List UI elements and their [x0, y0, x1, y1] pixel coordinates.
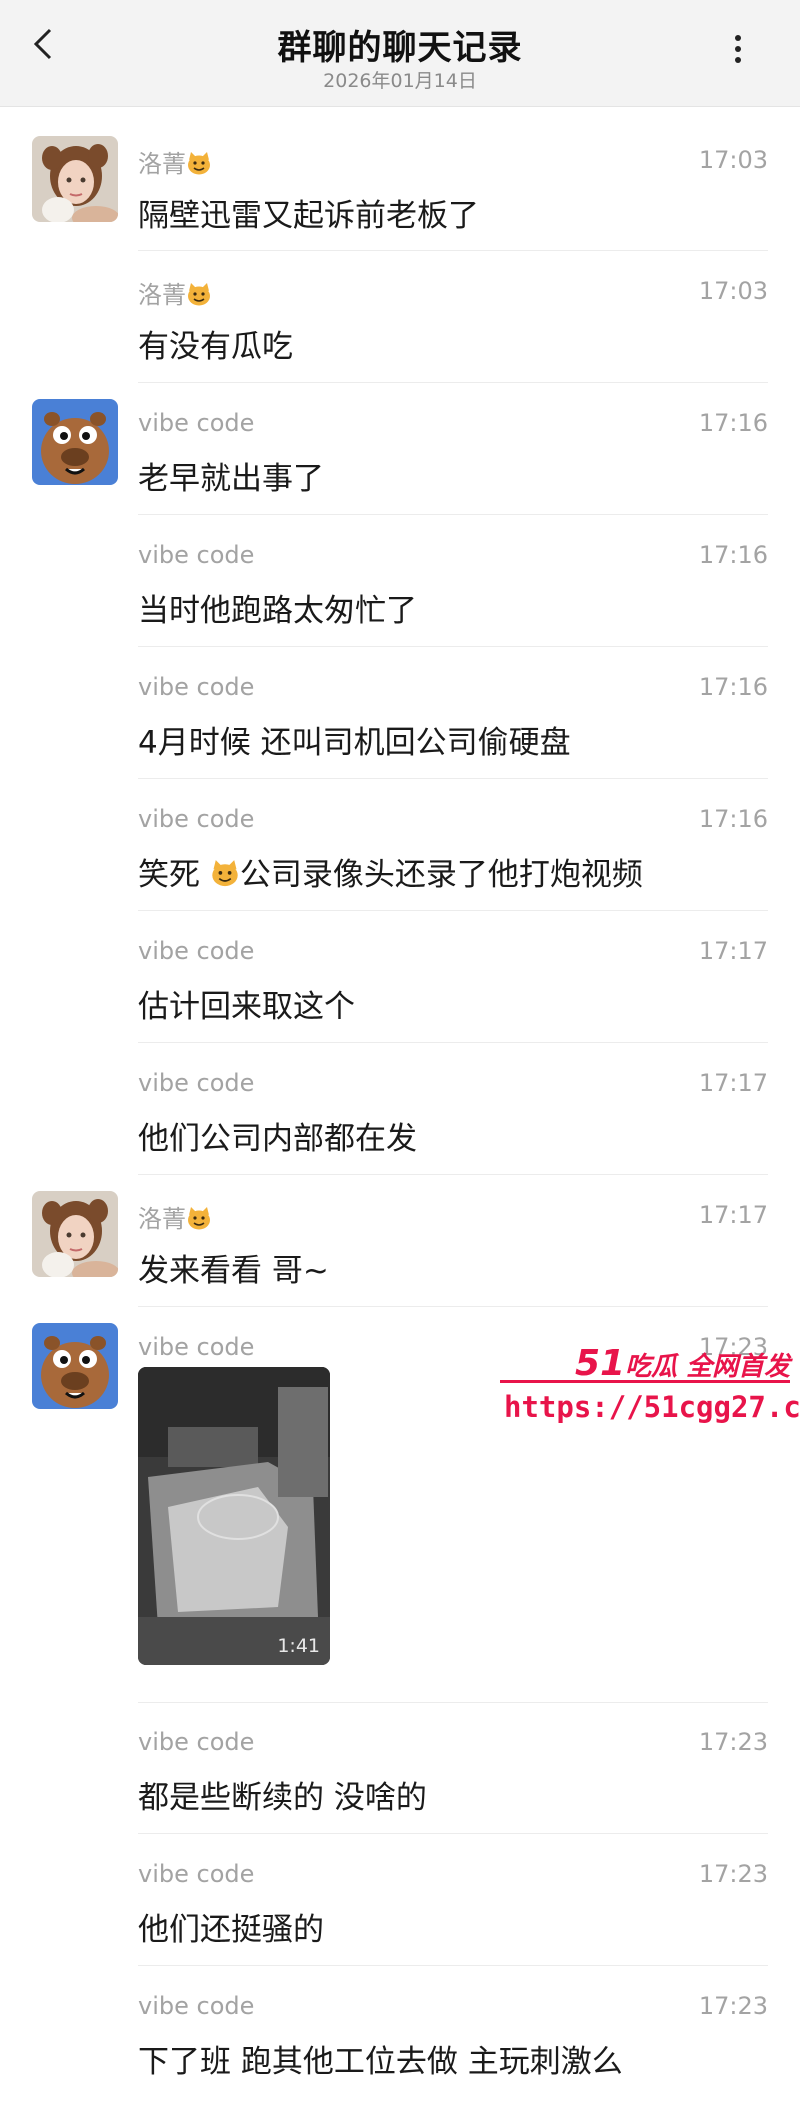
divider — [138, 778, 768, 779]
divider — [138, 1174, 768, 1175]
message-time: 17:16 — [698, 409, 768, 437]
message-text[interactable]: 都是些断续的 没啥的 — [138, 1772, 427, 1817]
cat-face-icon — [187, 152, 211, 176]
message-text[interactable]: 估计回来取这个 — [138, 981, 355, 1026]
message-text[interactable]: 笑死 公司录像头还录了他打炮视频 — [138, 849, 643, 894]
sender-name: vibe code — [138, 1728, 255, 1756]
cat-face-icon — [187, 1207, 211, 1231]
divider — [138, 382, 768, 383]
divider — [138, 646, 768, 647]
message-text[interactable]: 他们还挺骚的 — [138, 1904, 324, 1949]
message-text[interactable]: 他们公司内部都在发 — [138, 1113, 417, 1158]
sender-name: vibe code — [138, 937, 255, 965]
sender-name: vibe code — [138, 1333, 255, 1361]
sender-name: 洛菁 — [138, 275, 212, 310]
sender-name: vibe code — [138, 1860, 255, 1888]
message-time: 17:17 — [698, 1201, 768, 1229]
avatar[interactable] — [32, 1323, 118, 1409]
chat-date: 2026年01月14日 — [323, 70, 477, 92]
message-time: 17:03 — [698, 277, 768, 305]
message-time: 17:16 — [698, 673, 768, 701]
divider — [138, 910, 768, 911]
message-text[interactable]: 当时他跑路太匆忙了 — [138, 585, 417, 630]
more-vertical-icon — [735, 35, 741, 41]
message-time: 17:23 — [698, 1728, 768, 1756]
message-text[interactable]: 有没有瓜吃 — [138, 321, 293, 366]
sender-name: vibe code — [138, 409, 255, 437]
sender-name: vibe code — [138, 673, 255, 701]
message-text[interactable]: 4月时候 还叫司机回公司偷硬盘 — [138, 717, 571, 762]
video-message[interactable]: 1:41 — [138, 1367, 330, 1665]
avatar[interactable] — [32, 399, 118, 485]
message-text[interactable]: 老早就出事了 — [138, 453, 324, 498]
watermark-underline — [500, 1380, 790, 1383]
message-time: 17:17 — [698, 937, 768, 965]
message-text[interactable]: 下了班 跑其他工位去做 主玩刺激么 — [138, 2036, 623, 2081]
message-text[interactable]: 隔壁迅雷又起诉前老板了 — [138, 190, 479, 235]
sender-name: vibe code — [138, 1992, 255, 2020]
divider — [138, 1306, 768, 1307]
cat-face-icon — [187, 283, 211, 307]
avatar[interactable] — [32, 1191, 118, 1277]
video-duration: 1:41 — [277, 1635, 320, 1657]
divider — [138, 1042, 768, 1043]
watermark-url: https://51cgg27.com — [504, 1390, 800, 1424]
divider — [138, 250, 768, 251]
avatar[interactable] — [32, 136, 118, 222]
divider — [138, 1833, 768, 1834]
message-time: 17:23 — [698, 1860, 768, 1888]
message-time: 17:17 — [698, 1069, 768, 1097]
chat-header: 群聊的聊天记录 2026年01月14日 — [0, 0, 800, 107]
divider — [138, 1702, 768, 1703]
divider — [138, 1965, 768, 1966]
cat-face-icon — [211, 859, 239, 887]
divider — [138, 514, 768, 515]
more-options-button[interactable] — [730, 30, 746, 70]
sender-name: 洛菁 — [138, 144, 212, 179]
video-thumbnail — [138, 1367, 330, 1665]
message-time: 17:16 — [698, 541, 768, 569]
message-time: 17:03 — [698, 146, 768, 174]
sender-name: vibe code — [138, 1069, 255, 1097]
sender-name: vibe code — [138, 541, 255, 569]
message-text[interactable]: 发来看看 哥~ — [138, 1245, 329, 1290]
message-time: 17:16 — [698, 805, 768, 833]
watermark-logo: 51吃瓜 全网首发 — [575, 1343, 791, 1384]
message-time: 17:23 — [698, 1992, 768, 2020]
page-title: 群聊的聊天记录 — [277, 28, 523, 68]
sender-name: vibe code — [138, 805, 255, 833]
sender-name: 洛菁 — [138, 1199, 212, 1234]
